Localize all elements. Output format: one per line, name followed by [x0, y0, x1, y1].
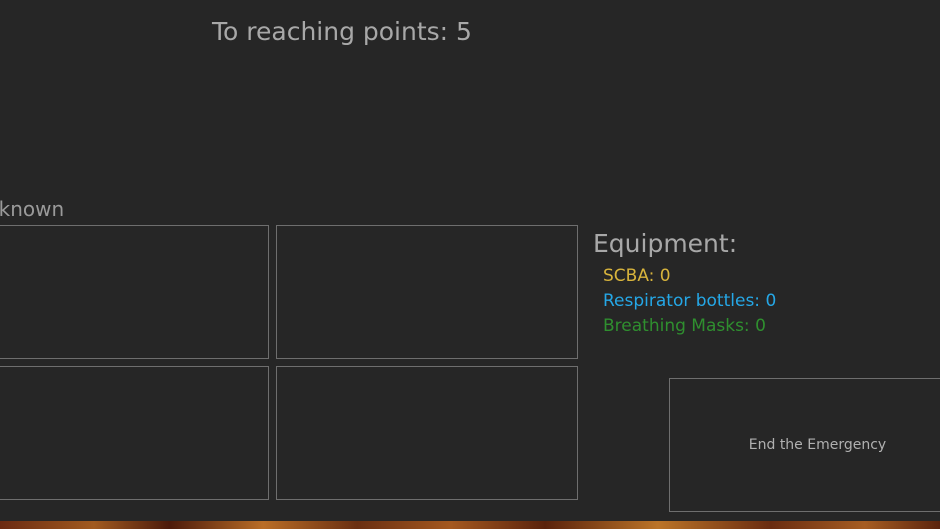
equipment-respirator-bottles-label: Respirator bottles:	[603, 291, 761, 311]
equipment-scba-label: SCBA:	[603, 266, 655, 286]
equipment-breathing-masks: Breathing Masks: 0	[603, 316, 766, 336]
panel-bottom-right[interactable]	[276, 366, 578, 500]
reaching-points-heading: To reaching points: 5	[212, 17, 472, 46]
bottom-background-strip	[0, 521, 940, 529]
equipment-respirator-bottles-value: 0	[765, 291, 777, 311]
equipment-title: Equipment:	[593, 229, 738, 258]
panel-bottom-left[interactable]	[0, 366, 269, 500]
emergency-screen: To reaching points: 5 nknown Equipment: …	[0, 0, 940, 529]
equipment-scba: SCBA: 0	[603, 266, 671, 286]
equipment-scba-value: 0	[659, 266, 671, 286]
status-text: nknown	[0, 197, 65, 221]
equipment-breathing-masks-label: Breathing Masks:	[603, 316, 750, 336]
panel-top-left[interactable]	[0, 225, 269, 359]
panel-top-right[interactable]	[276, 225, 578, 359]
end-emergency-button-label: End the Emergency	[748, 437, 887, 453]
equipment-respirator-bottles: Respirator bottles: 0	[603, 291, 776, 311]
equipment-breathing-masks-value: 0	[755, 316, 766, 336]
end-emergency-button[interactable]: End the Emergency	[669, 378, 940, 512]
